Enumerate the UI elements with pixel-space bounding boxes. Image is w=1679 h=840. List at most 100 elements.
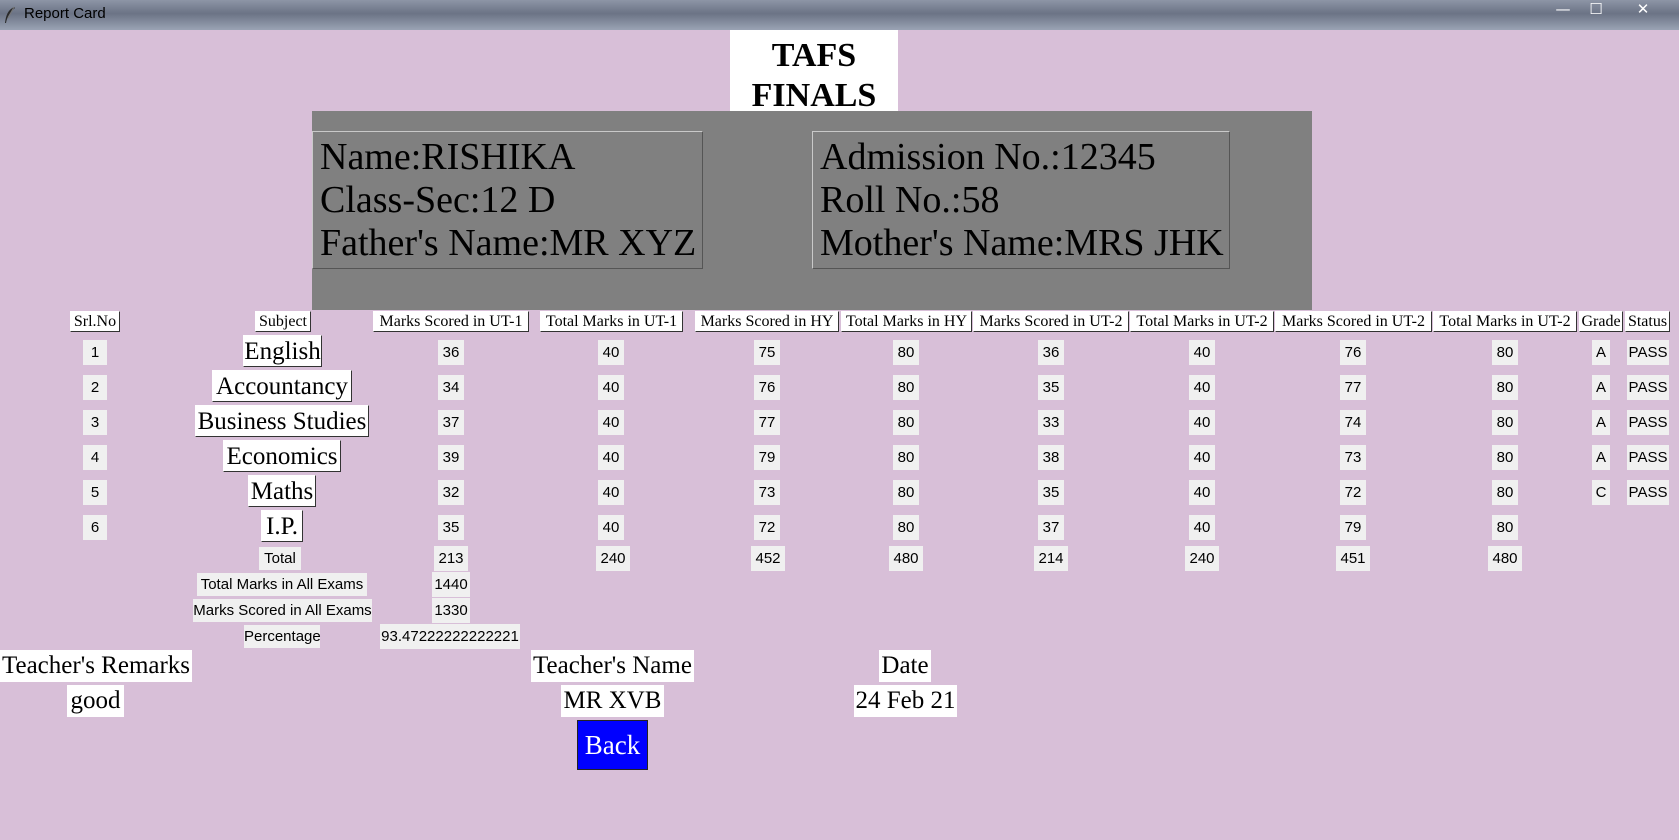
feather-icon	[5, 6, 15, 23]
column-header-ut1-total: Total Marks in UT-1	[540, 311, 683, 332]
hy-scored-cell: 79	[754, 445, 780, 470]
final-total-cell: 80	[1492, 410, 1518, 435]
student-info-left: Name:RISHIKA Class-Sec:12 D Father's Nam…	[312, 131, 703, 269]
ut2-total-cell: 40	[1189, 515, 1215, 540]
subject-cell: Economics	[223, 440, 341, 472]
grade-cell: A	[1592, 410, 1610, 435]
ut2-total-cell: 40	[1189, 445, 1215, 470]
subject-cell: Maths	[248, 475, 316, 507]
hy-total-cell: 80	[893, 445, 919, 470]
student-name: Name:RISHIKA	[320, 136, 576, 178]
father-name: Father's Name:MR XYZ	[320, 222, 697, 264]
hy-total-cell: 80	[893, 375, 919, 400]
teachers-remarks-label: Teacher's Remarks	[0, 650, 192, 682]
ut1-scored-cell: 39	[438, 445, 464, 470]
ut1-scored-cell: 35	[438, 515, 464, 540]
srl-cell: 3	[83, 410, 107, 435]
ut2-scored-cell: 35	[1038, 375, 1064, 400]
teachers-remarks-value: good	[67, 685, 124, 717]
ut1-scored-cell: 37	[438, 410, 464, 435]
subject-cell: I.P.	[261, 510, 303, 542]
total-all-exams-value: 1440	[432, 572, 470, 597]
maximize-button[interactable]: ☐	[1583, 0, 1609, 20]
ut2-scored-cell: 38	[1038, 445, 1064, 470]
srl-cell: 2	[83, 375, 107, 400]
hy-scored-cell: 77	[754, 410, 780, 435]
percentage-label: Percentage	[244, 625, 321, 648]
srl-cell: 4	[83, 445, 107, 470]
subject-cell: Accountancy	[212, 370, 352, 402]
final-total-cell: 80	[1492, 515, 1518, 540]
roll-number: Roll No.:58	[820, 179, 1000, 221]
srl-cell: 6	[83, 515, 107, 540]
ut2-scored-cell: 35	[1038, 480, 1064, 505]
total-ut1-scored: 213	[434, 546, 468, 571]
total-ut1-max: 240	[596, 546, 630, 571]
close-button[interactable]: ✕	[1630, 0, 1656, 20]
ut1-total-cell: 40	[598, 375, 624, 400]
column-header-hy-scored: Marks Scored in HY	[695, 311, 839, 332]
minimize-button[interactable]: —	[1550, 0, 1576, 20]
grade-cell: C	[1592, 480, 1610, 505]
ut1-total-cell: 40	[598, 445, 624, 470]
total-hy-max: 480	[889, 546, 923, 571]
column-header-hy-total: Total Marks in HY	[841, 311, 972, 332]
teacher-name-value: MR XVB	[561, 685, 664, 717]
srl-cell: 5	[83, 480, 107, 505]
report-heading: TAFS FINALS	[730, 30, 898, 112]
back-button[interactable]: Back	[577, 720, 648, 770]
heading-line-1: TAFS	[771, 37, 857, 74]
column-header-ut2-total: Total Marks in UT-2	[1130, 311, 1274, 332]
final-scored-cell: 72	[1340, 480, 1366, 505]
status-cell: PASS	[1627, 340, 1669, 365]
column-header-srl: Srl.No	[70, 311, 120, 332]
total-hy-scored: 452	[751, 546, 785, 571]
hy-scored-cell: 76	[754, 375, 780, 400]
subject-cell: English	[243, 335, 322, 367]
status-cell: PASS	[1627, 410, 1669, 435]
final-scored-cell: 77	[1340, 375, 1366, 400]
date-value: 24 Feb 21	[854, 685, 957, 717]
date-label: Date	[879, 650, 931, 682]
student-info-panel: Name:RISHIKA Class-Sec:12 D Father's Nam…	[312, 111, 1312, 310]
hy-scored-cell: 72	[754, 515, 780, 540]
final-total-cell: 80	[1492, 375, 1518, 400]
hy-total-cell: 80	[893, 410, 919, 435]
grade-cell: A	[1592, 445, 1610, 470]
final-scored-cell: 76	[1340, 340, 1366, 365]
final-total-cell: 80	[1492, 445, 1518, 470]
teacher-name-label: Teacher's Name	[531, 650, 694, 682]
grade-cell: A	[1592, 340, 1610, 365]
ut1-total-cell: 40	[598, 480, 624, 505]
mother-name: Mother's Name:MRS JHK	[820, 222, 1224, 264]
ut1-total-cell: 40	[598, 515, 624, 540]
final-total-cell: 80	[1492, 480, 1518, 505]
srl-cell: 1	[83, 340, 107, 365]
hy-scored-cell: 73	[754, 480, 780, 505]
column-header-final-scored: Marks Scored in UT-2	[1275, 311, 1432, 332]
ut1-scored-cell: 34	[438, 375, 464, 400]
window-title: Report Card	[24, 5, 106, 22]
student-class-section: Class-Sec:12 D	[320, 179, 556, 221]
status-cell: PASS	[1627, 480, 1669, 505]
report-card-window: TAFS FINALS Name:RISHIKA Class-Sec:12 D …	[0, 30, 1679, 840]
hy-total-cell: 80	[893, 515, 919, 540]
ut2-total-cell: 40	[1189, 340, 1215, 365]
admission-number: Admission No.:12345	[820, 136, 1156, 178]
final-scored-cell: 73	[1340, 445, 1366, 470]
total-final-max: 480	[1488, 546, 1522, 571]
hy-total-cell: 80	[893, 340, 919, 365]
ut1-total-cell: 40	[598, 340, 624, 365]
ut2-scored-cell: 37	[1038, 515, 1064, 540]
grade-cell: A	[1592, 375, 1610, 400]
ut2-scored-cell: 33	[1038, 410, 1064, 435]
status-cell: PASS	[1627, 375, 1669, 400]
hy-scored-cell: 75	[754, 340, 780, 365]
total-final-scored: 451	[1336, 546, 1370, 571]
total-ut2-scored: 214	[1034, 546, 1068, 571]
ut1-total-cell: 40	[598, 410, 624, 435]
total-label: Total	[259, 547, 301, 570]
status-cell: PASS	[1627, 445, 1669, 470]
window-titlebar[interactable]: Report Card — ☐ ✕	[0, 0, 1679, 30]
final-total-cell: 80	[1492, 340, 1518, 365]
